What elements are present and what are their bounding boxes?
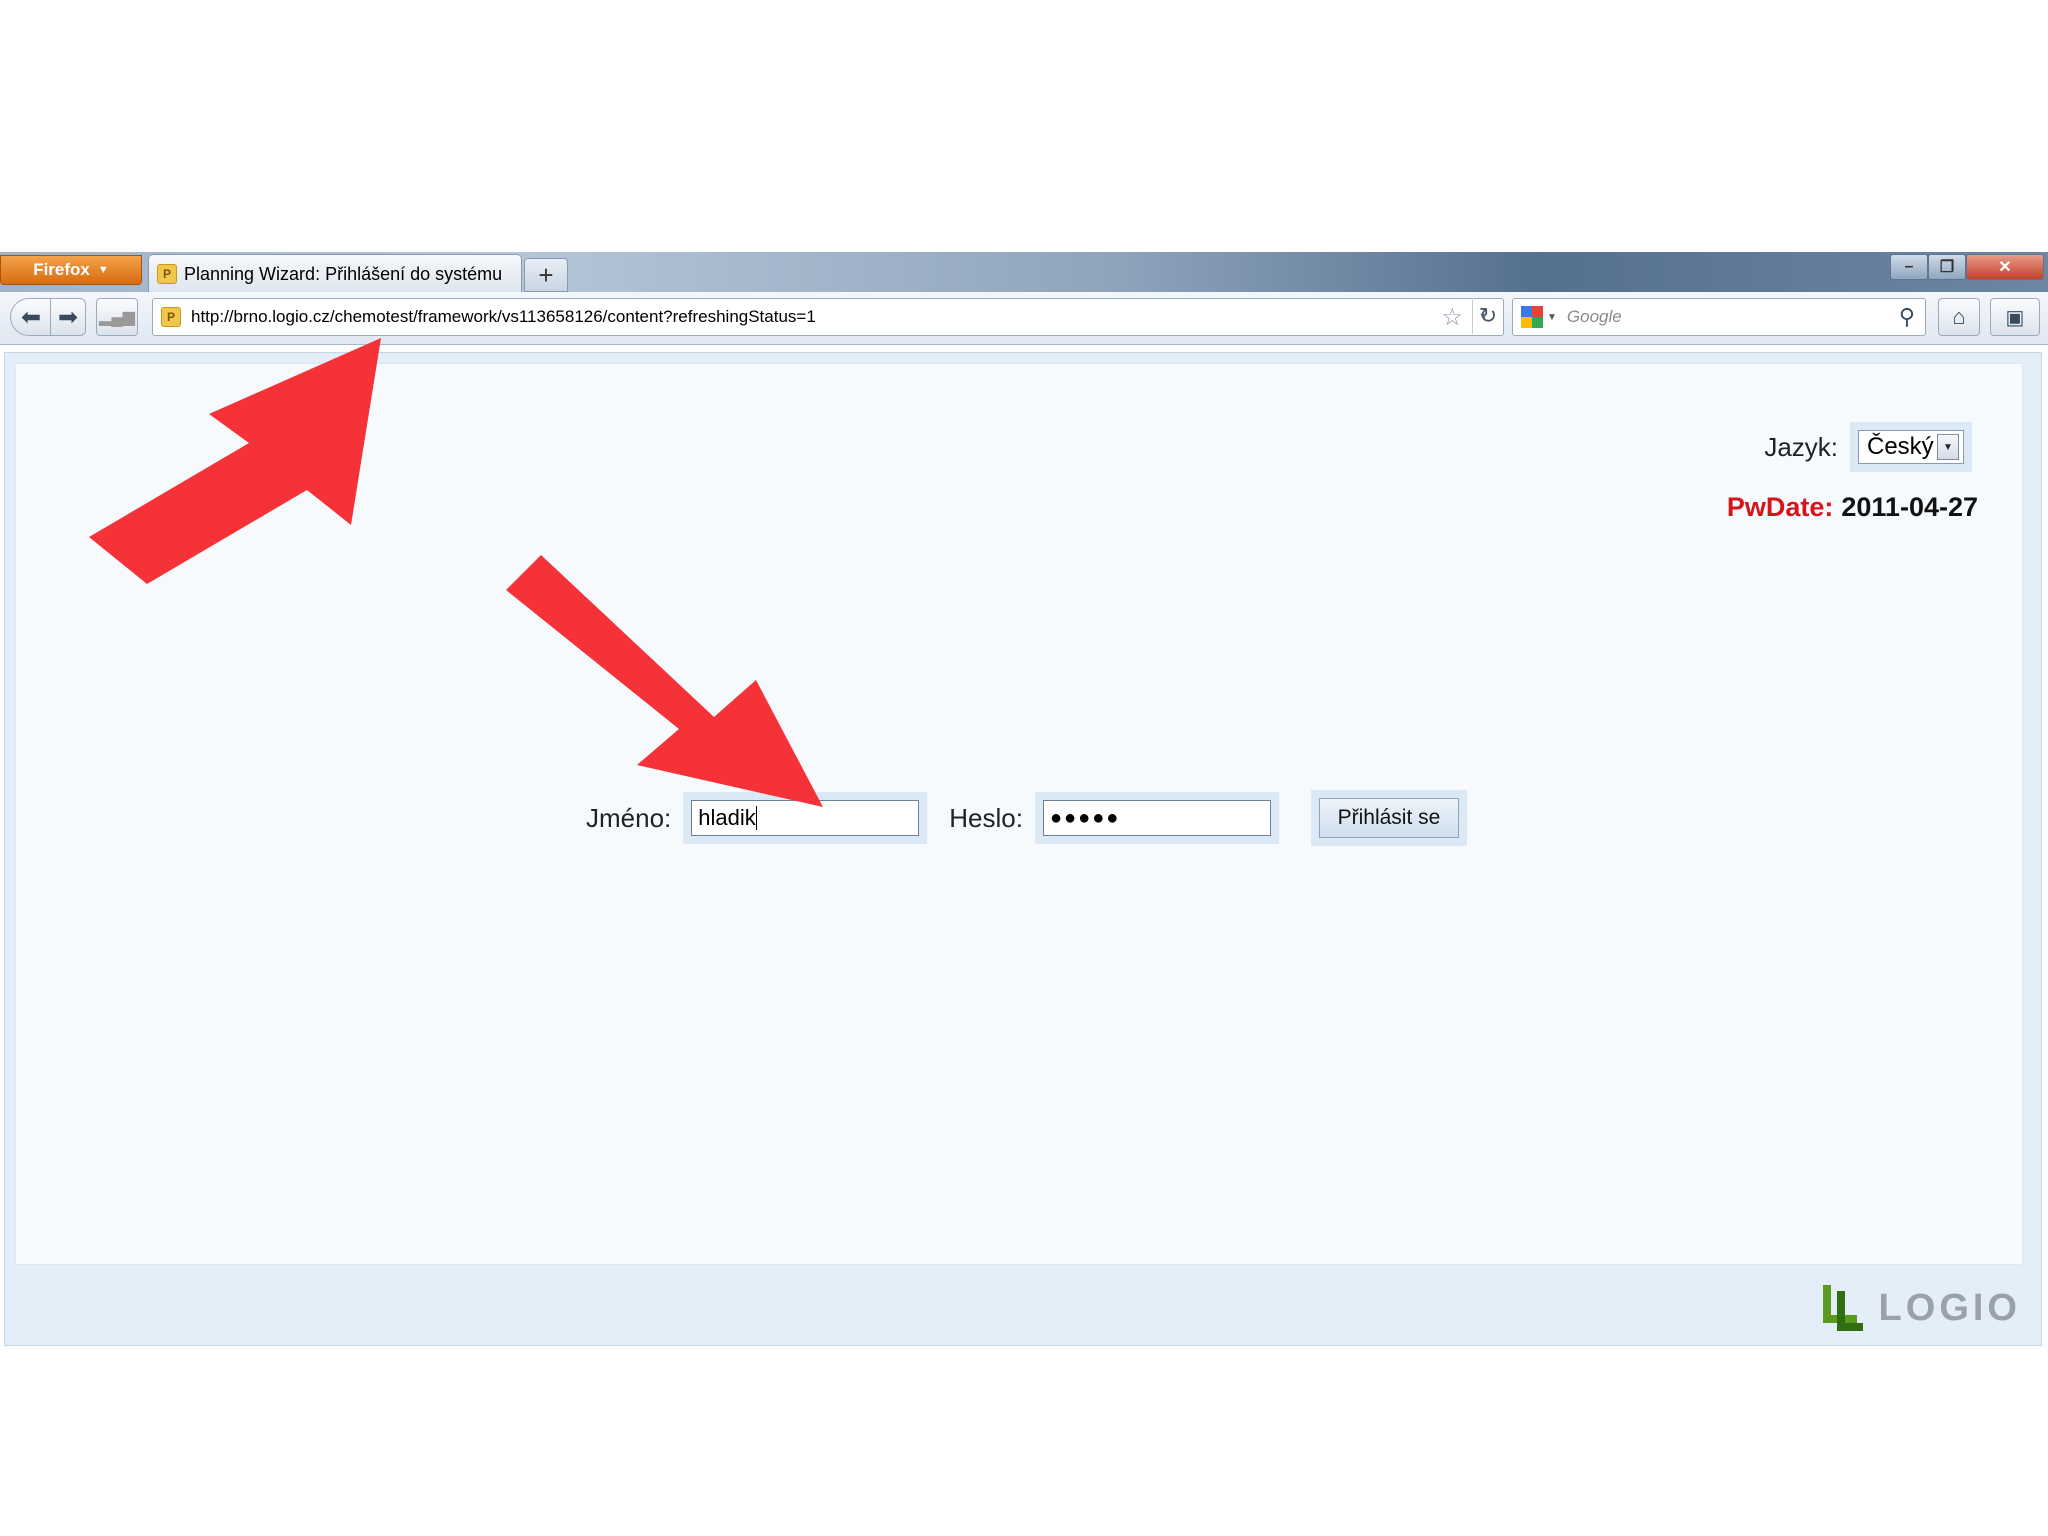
browser-window: Firefox ▼ P Planning Wizard: Přihlášení … [0,252,2048,1346]
username-label: Jméno: [586,802,672,833]
password-value: ●●●●● [1049,806,1121,829]
home-button[interactable]: ⌂ [1938,298,1980,336]
chevron-down-icon: ▼ [1547,311,1557,323]
password-input[interactable]: ●●●●● [1042,800,1271,836]
pwdate: PwDate: 2011-04-27 [1727,492,1978,523]
language-select-frame: Český ▼ [1850,422,1972,472]
search-bar[interactable]: ▼ Google ⚲ [1512,298,1926,336]
forward-button[interactable]: ➡ [50,298,86,336]
logio-mark-icon [1822,1285,1863,1331]
url-text: http://brno.logio.cz/chemotest/framework… [191,307,816,326]
back-button[interactable]: ⬅ [10,298,52,336]
search-icon[interactable]: ⚲ [1899,304,1915,330]
arrow-left-icon: ⬅ [20,303,42,331]
username-input[interactable]: hladik [691,800,920,836]
language-selector: Jazyk: Český ▼ [1764,422,1972,472]
login-button[interactable]: Přihlásit se [1318,798,1459,838]
language-value: Český [1867,433,1934,460]
login-form: Jméno: hladik Heslo: ●●●●● Přihlásit se [586,790,1467,846]
login-button-frame: Přihlásit se [1310,790,1467,846]
signal-bars-icon: ▂▄▆ [99,309,135,326]
maximize-button[interactable]: ❐ [1928,254,1966,280]
arrow-right-icon: ➡ [57,303,79,331]
page-favicon-icon: P [157,264,177,284]
search-placeholder: Google [1566,307,1622,326]
plus-icon: + [538,259,554,290]
google-engine-icon[interactable] [1521,306,1543,328]
new-tab-button[interactable]: + [524,258,568,292]
feed-button[interactable]: ▂▄▆ [96,298,138,336]
firefox-menu-button[interactable]: Firefox ▼ [0,255,142,285]
site-identity-icon[interactable]: P [161,307,181,327]
logio-logo: LOGIO [1819,1283,2021,1333]
bookmarks-icon: ▣ [2005,306,2025,329]
title-bar: Firefox ▼ P Planning Wizard: Přihlášení … [0,252,2048,293]
home-icon: ⌂ [1952,304,1966,329]
login-panel: Jazyk: Český ▼ PwDate: 2011-04-27 Jméno: … [15,363,2023,1265]
pwdate-value: 2011-04-27 [1841,492,1978,522]
reload-button[interactable]: ↻ [1472,298,1503,334]
firefox-menu-label: Firefox [33,260,90,279]
reload-icon: ↻ [1478,303,1498,328]
tab-active[interactable]: P Planning Wizard: Přihlášení do systému [148,254,522,293]
text-cursor [755,806,757,830]
username-field-frame: hladik [683,792,928,844]
navigation-toolbar: ⬅ ➡ ▂▄▆ P http://brno.logio.cz/chemotest… [0,292,2048,345]
bookmark-star-icon[interactable]: ☆ [1441,303,1463,332]
page-content: Jazyk: Český ▼ PwDate: 2011-04-27 Jméno: … [4,352,2042,1346]
logo-text: LOGIO [1878,1286,2021,1329]
chevron-down-icon[interactable]: ▼ [1937,434,1959,460]
pwdate-label: PwDate: [1726,492,1834,522]
tab-title: Planning Wizard: Přihlášení do systému [184,263,503,284]
username-value: hladik [698,805,756,830]
language-select[interactable]: Český ▼ [1858,430,1964,464]
bookmarks-button[interactable]: ▣ [1990,298,2040,336]
address-bar[interactable]: P http://brno.logio.cz/chemotest/framewo… [152,298,1504,336]
close-window-button[interactable]: ✕ [1966,254,2044,280]
language-label: Jazyk: [1764,431,1838,462]
minimize-button[interactable]: – [1890,254,1928,280]
chevron-down-icon: ▼ [97,264,109,276]
password-field-frame: ●●●●● [1034,792,1279,844]
password-label: Heslo: [949,802,1023,833]
